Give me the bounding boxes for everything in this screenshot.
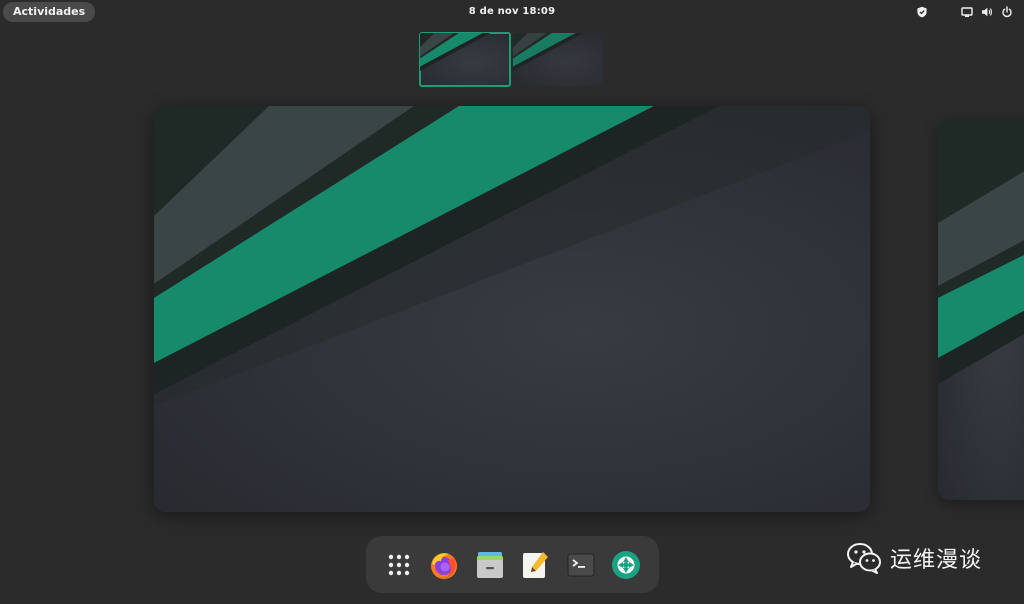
next-workspace-preview[interactable] xyxy=(938,118,1024,500)
workspace-thumbnail-1[interactable] xyxy=(419,32,511,87)
wechat-logo xyxy=(846,542,882,574)
volume-icon[interactable] xyxy=(980,5,994,19)
apps-grid-icon[interactable] xyxy=(378,544,420,586)
firefox-icon[interactable] xyxy=(423,544,465,586)
active-workspace[interactable] xyxy=(154,106,870,512)
files-icon[interactable] xyxy=(469,544,511,586)
power-icon[interactable] xyxy=(1000,5,1014,19)
clock[interactable]: 8 de nov 18:09 xyxy=(450,3,574,21)
top-bar: Actividades 8 de nov 18:09 xyxy=(0,0,1024,24)
dash-dock xyxy=(366,536,659,593)
screenshot-icon[interactable] xyxy=(605,544,647,586)
screen-icon[interactable] xyxy=(960,5,974,19)
activities-button[interactable]: Actividades xyxy=(3,2,96,22)
watermark: 运维漫谈 xyxy=(846,540,982,576)
text-editor-icon[interactable] xyxy=(514,544,556,586)
system-tray[interactable] xyxy=(909,3,1014,21)
terminal-icon[interactable] xyxy=(560,544,602,586)
workspace-switcher xyxy=(419,32,604,87)
workspace-thumbnail-2[interactable] xyxy=(513,33,603,86)
shield-icon[interactable] xyxy=(915,5,929,19)
watermark-text: 运维漫谈 xyxy=(890,548,983,573)
gnome-overview: Actividades 8 de nov 18:09 运维漫谈 xyxy=(0,0,1024,604)
